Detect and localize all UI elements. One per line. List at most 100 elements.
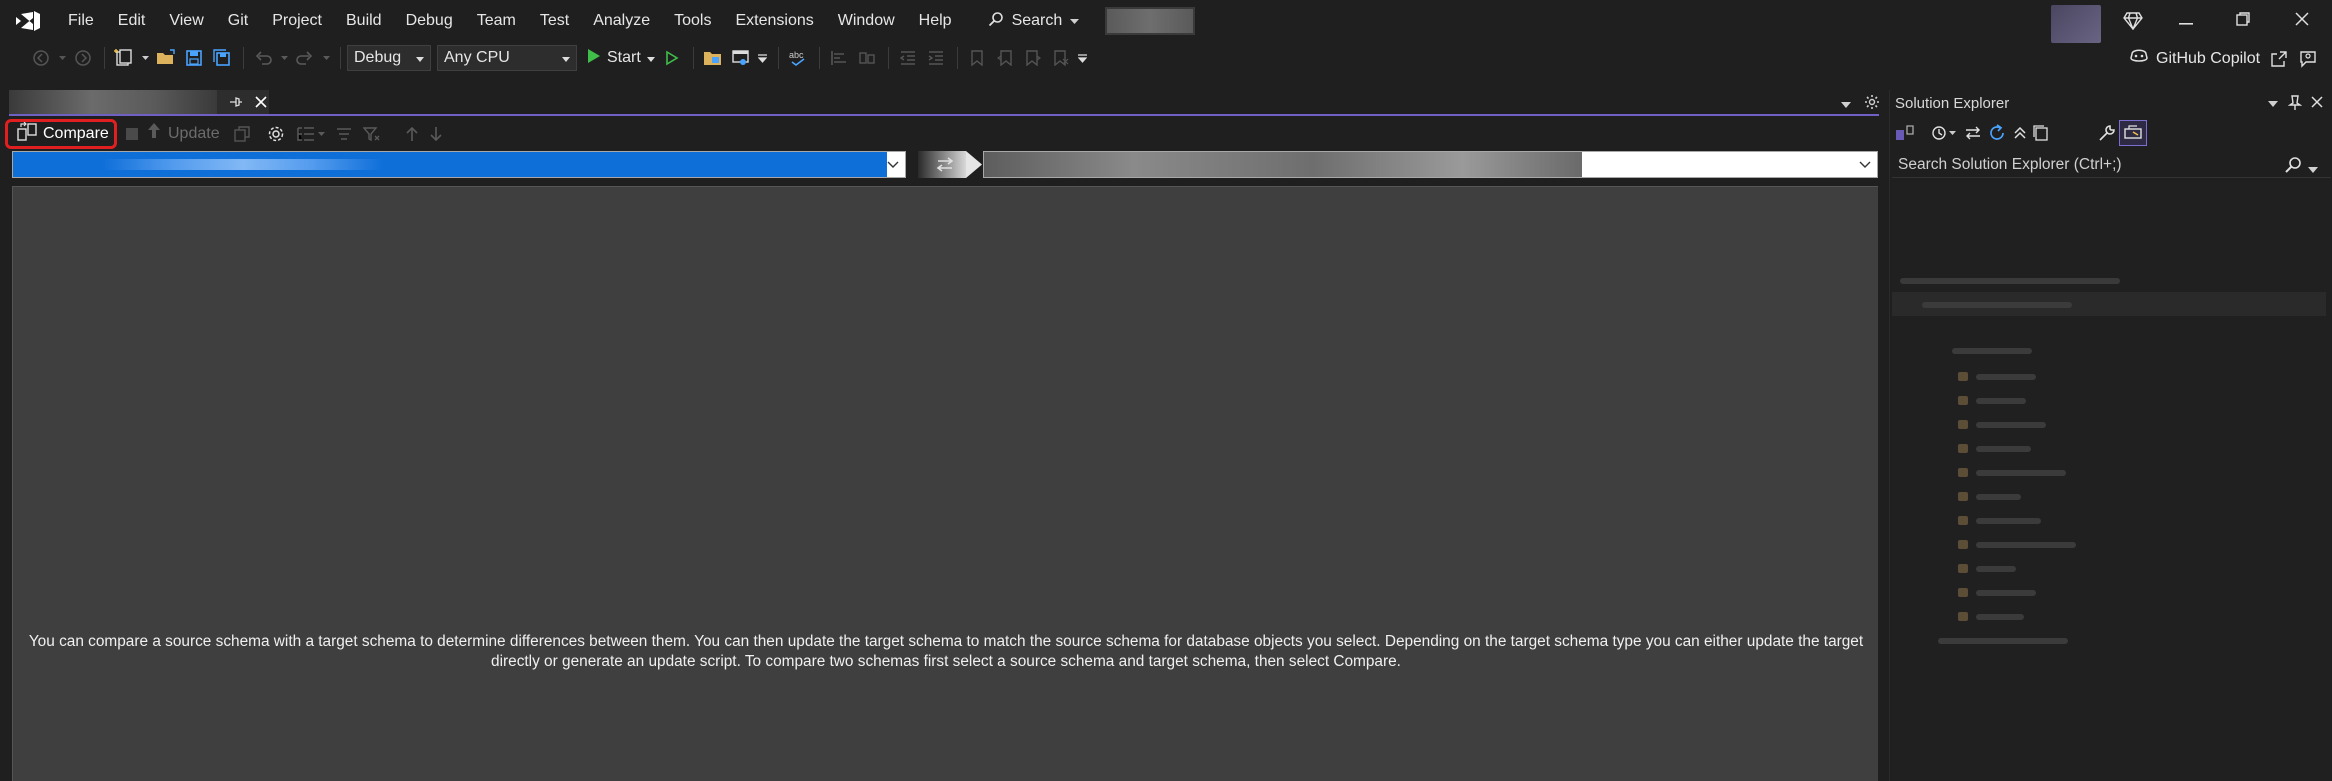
redo-icon[interactable] bbox=[292, 45, 318, 71]
bookmark-icon[interactable] bbox=[964, 45, 990, 71]
tree-item-redacted[interactable] bbox=[1976, 470, 2066, 476]
show-all-files-icon[interactable] bbox=[2030, 122, 2052, 144]
tree-item-redacted[interactable] bbox=[1976, 542, 2076, 548]
menu-team[interactable]: Team bbox=[465, 0, 528, 42]
update-button[interactable]: Update bbox=[146, 122, 220, 145]
group-results-icon[interactable] bbox=[296, 124, 316, 144]
tree-item-redacted[interactable] bbox=[1976, 590, 2036, 596]
tree-item-redacted[interactable] bbox=[1922, 302, 2072, 308]
preview-selected-items-button[interactable] bbox=[2119, 120, 2147, 146]
account-avatar[interactable] bbox=[2051, 5, 2101, 43]
chevron-down-icon[interactable] bbox=[56, 45, 68, 71]
align-left-icon[interactable] bbox=[826, 45, 852, 71]
window-position-dropdown-icon[interactable] bbox=[2267, 95, 2283, 111]
chevron-down-icon[interactable] bbox=[316, 124, 326, 144]
tree-item-redacted[interactable] bbox=[1976, 446, 2031, 452]
toolbar-overflow-icon[interactable] bbox=[756, 45, 770, 71]
start-debugging-button[interactable]: Start bbox=[583, 48, 659, 69]
github-copilot-button[interactable]: GitHub Copilot bbox=[2128, 46, 2260, 71]
menu-edit[interactable]: Edit bbox=[106, 0, 158, 42]
menu-git[interactable]: Git bbox=[216, 0, 260, 42]
tab-list-dropdown-icon[interactable] bbox=[1840, 96, 1856, 112]
chevron-down-icon[interactable] bbox=[320, 45, 332, 71]
chevron-down-icon[interactable] bbox=[139, 45, 151, 71]
save-all-icon[interactable] bbox=[209, 45, 235, 71]
previous-change-icon[interactable] bbox=[402, 124, 422, 144]
outdent-icon[interactable] bbox=[895, 45, 921, 71]
share-icon[interactable] bbox=[2267, 47, 2291, 71]
menu-project[interactable]: Project bbox=[260, 0, 334, 42]
navigate-back-icon[interactable] bbox=[28, 45, 54, 71]
schema-compare-tab[interactable] bbox=[9, 90, 269, 114]
filter-icon[interactable] bbox=[362, 124, 382, 144]
visual-studio-logo-icon[interactable] bbox=[0, 0, 56, 42]
tree-item-redacted[interactable] bbox=[1976, 398, 2026, 404]
tree-item-redacted[interactable] bbox=[1976, 422, 2046, 428]
align-center-icon[interactable] bbox=[854, 45, 880, 71]
start-without-debugging-icon[interactable] bbox=[659, 45, 685, 71]
tree-item-redacted[interactable] bbox=[1900, 278, 2120, 284]
indent-icon[interactable] bbox=[923, 45, 949, 71]
feedback-icon[interactable] bbox=[2296, 47, 2320, 71]
platform-select[interactable]: Any CPU bbox=[437, 45, 577, 71]
menu-help[interactable]: Help bbox=[907, 0, 964, 42]
menu-extensions[interactable]: Extensions bbox=[723, 0, 825, 42]
menu-tools[interactable]: Tools bbox=[662, 0, 723, 42]
chevron-down-icon[interactable] bbox=[2308, 160, 2320, 173]
solution-tree[interactable] bbox=[1892, 182, 2331, 781]
stop-icon[interactable] bbox=[122, 124, 142, 144]
undo-icon[interactable] bbox=[250, 45, 276, 71]
bookmark-previous-icon[interactable] bbox=[992, 45, 1018, 71]
tree-item-redacted[interactable] bbox=[1976, 566, 2016, 572]
new-project-icon[interactable] bbox=[111, 45, 137, 71]
collapse-all-icon[interactable] bbox=[2009, 122, 2031, 144]
close-tab-icon[interactable] bbox=[253, 94, 269, 110]
spell-check-icon[interactable]: abc bbox=[785, 45, 811, 71]
tree-item-redacted[interactable] bbox=[1976, 374, 2036, 380]
properties-wrench-icon[interactable] bbox=[2096, 122, 2118, 144]
search-icon[interactable] bbox=[2284, 156, 2302, 174]
gear-icon[interactable] bbox=[1864, 94, 1882, 112]
menu-debug[interactable]: Debug bbox=[394, 0, 465, 42]
menu-build[interactable]: Build bbox=[334, 0, 394, 42]
target-schema-select[interactable] bbox=[983, 151, 1878, 178]
save-icon[interactable] bbox=[181, 45, 207, 71]
swap-source-target-button[interactable] bbox=[918, 151, 982, 178]
menu-window[interactable]: Window bbox=[826, 0, 907, 42]
solution-explorer-search-input[interactable]: Search Solution Explorer (Ctrl+;) bbox=[1892, 152, 2331, 178]
switch-views-icon[interactable] bbox=[1894, 122, 1916, 144]
chevron-down-icon[interactable] bbox=[1855, 154, 1875, 175]
toolbar-overflow-icon[interactable] bbox=[1076, 45, 1090, 71]
restore-button[interactable] bbox=[2220, 4, 2266, 38]
tree-item-redacted[interactable] bbox=[1938, 638, 2068, 644]
refresh-icon[interactable] bbox=[1986, 122, 2008, 144]
minimize-button[interactable] bbox=[2163, 4, 2209, 38]
bookmark-next-icon[interactable] bbox=[1020, 45, 1046, 71]
folder-view-icon[interactable] bbox=[700, 45, 726, 71]
tree-item-redacted[interactable] bbox=[1952, 348, 2032, 354]
sync-with-active-document-icon[interactable] bbox=[1962, 122, 1984, 144]
pin-icon[interactable] bbox=[227, 94, 243, 110]
chevron-down-icon[interactable] bbox=[883, 154, 903, 175]
close-icon[interactable] bbox=[2310, 95, 2326, 111]
open-folder-icon[interactable] bbox=[153, 45, 179, 71]
options-gear-icon[interactable] bbox=[266, 124, 286, 144]
compare-button[interactable]: Compare bbox=[5, 119, 117, 149]
bookmark-clear-icon[interactable] bbox=[1048, 45, 1074, 71]
chevron-down-icon[interactable] bbox=[1946, 122, 1958, 144]
menu-file[interactable]: File bbox=[56, 0, 106, 42]
navigate-forward-icon[interactable] bbox=[70, 45, 96, 71]
source-schema-select[interactable] bbox=[12, 151, 906, 178]
chevron-down-icon[interactable] bbox=[278, 45, 290, 71]
browser-link-icon[interactable] bbox=[728, 45, 754, 71]
diamond-icon[interactable] bbox=[2118, 6, 2148, 36]
tree-item-redacted[interactable] bbox=[1976, 518, 2041, 524]
filter-equal-objects-icon[interactable] bbox=[334, 124, 354, 144]
tree-item-redacted[interactable] bbox=[1976, 494, 2021, 500]
menu-view[interactable]: View bbox=[157, 0, 215, 42]
menu-analyze[interactable]: Analyze bbox=[581, 0, 662, 42]
pin-icon[interactable] bbox=[2287, 95, 2304, 111]
search-button[interactable]: Search bbox=[978, 6, 1090, 36]
configuration-select[interactable]: Debug bbox=[347, 45, 431, 71]
menu-test[interactable]: Test bbox=[528, 0, 581, 42]
